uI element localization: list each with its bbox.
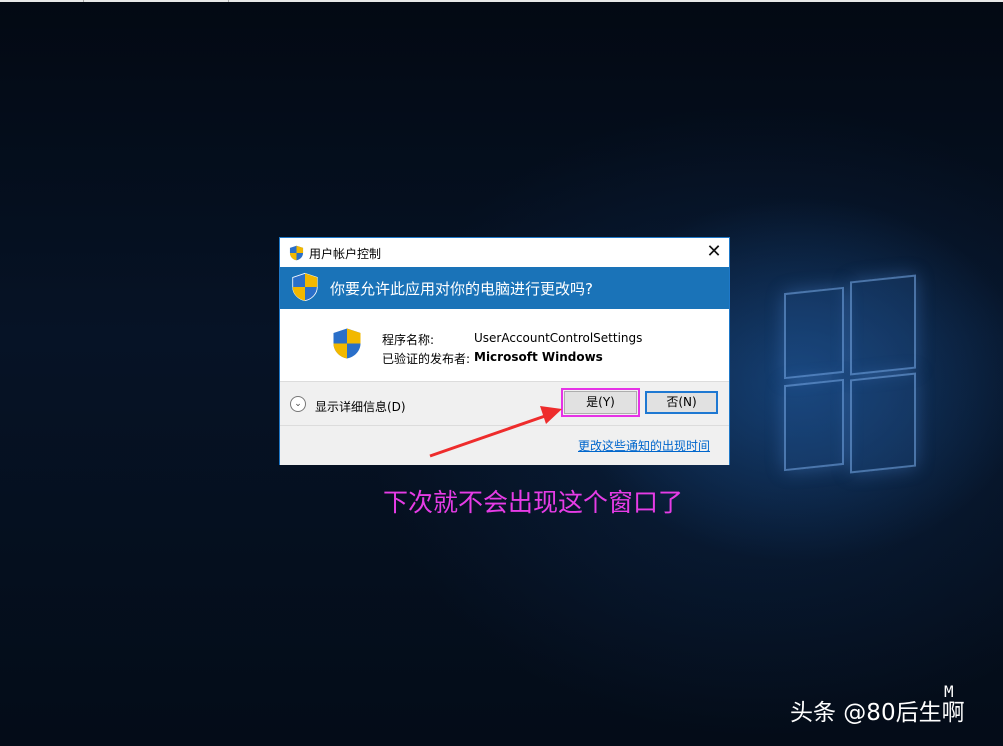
annotation-arrow: [429, 406, 562, 458]
annotation-caption: 下次就不会出现这个窗口了: [383, 488, 684, 517]
watermark-m-logo: M: [944, 682, 954, 701]
watermark-text: 头条 @80后生啊: [790, 700, 965, 726]
